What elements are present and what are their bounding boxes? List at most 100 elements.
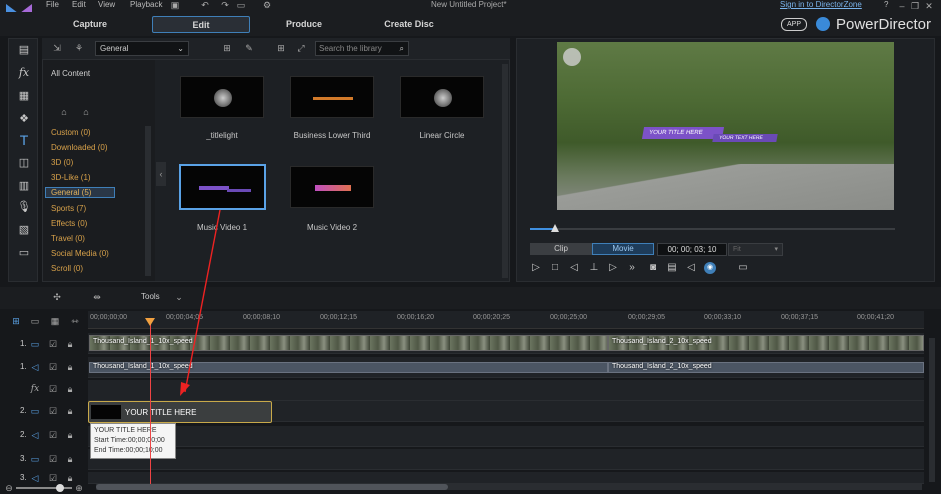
app-badge[interactable]: APP [781, 18, 807, 31]
track-lane-audio-2[interactable] [88, 426, 924, 447]
next-frame-icon[interactable]: ▷ [607, 262, 619, 274]
title-clip[interactable]: YOUR TITLE HERE [88, 401, 272, 423]
tab-capture[interactable]: Capture [60, 16, 120, 33]
split-clip-icon[interactable]: ⇹ [92, 292, 102, 302]
template-thumb-linear-circle[interactable] [400, 76, 484, 118]
video-clip[interactable]: Thousand_Island_2_10x_speed [608, 335, 924, 351]
zoom-slider-handle[interactable] [56, 484, 64, 492]
menu-view[interactable]: View [98, 0, 115, 9]
template-thumb-titlelight[interactable] [180, 76, 264, 118]
category-custom[interactable]: Custom (0) [51, 128, 91, 137]
audio-clip[interactable]: Thousand_Island_2_10x_speed [608, 362, 924, 373]
enable-track-checkbox[interactable]: ☑ [48, 339, 58, 349]
menu-edit[interactable]: Edit [72, 0, 86, 9]
import-icon[interactable]: ⇲ [52, 43, 62, 53]
track-manager-icon[interactable]: ▦ [50, 316, 60, 326]
title-room-icon[interactable]: T [17, 133, 31, 147]
category-travel[interactable]: Travel (0) [51, 234, 85, 243]
timeline-view-icon[interactable]: ⊞ [11, 316, 21, 326]
all-content-label[interactable]: All Content [51, 69, 90, 78]
lock-icon[interactable]: 🔒︎ [65, 384, 75, 394]
category-dropdown[interactable]: General ⌄ [95, 41, 189, 56]
save-icon[interactable]: ▣ [170, 0, 180, 10]
tools-menu[interactable]: Tools [141, 292, 160, 301]
transition-room-icon[interactable]: ◫ [17, 156, 31, 170]
enable-track-checkbox[interactable]: ☑ [48, 473, 58, 483]
category-general[interactable]: General (5) [45, 187, 115, 198]
zoom-dropdown[interactable]: Fit ▾ [728, 243, 783, 256]
plugin-icon[interactable]: ⚘ [74, 43, 84, 53]
category-scrollbar[interactable] [145, 126, 151, 276]
tab-edit[interactable]: Edit [152, 16, 250, 33]
redo-icon[interactable]: ↷ [220, 0, 230, 10]
tag-add-icon[interactable]: ⌂ [59, 107, 69, 117]
chapter-room-icon[interactable]: ▧ [17, 223, 31, 237]
fx-room-icon[interactable]: fx [17, 66, 31, 80]
lock-icon[interactable]: 🔒︎ [65, 430, 75, 440]
template-thumb-music-video-2[interactable] [290, 166, 374, 208]
stop-icon[interactable]: □ [549, 262, 561, 274]
audio-mixing-icon[interactable]: ▥ [17, 179, 31, 193]
zoom-in-icon[interactable]: ⊕ [74, 483, 84, 493]
tab-produce[interactable]: Produce [274, 16, 334, 33]
lock-icon[interactable]: 🔒︎ [65, 362, 75, 372]
menu-file[interactable]: File [46, 0, 59, 9]
play-icon[interactable]: ▷ [530, 262, 542, 274]
preview-subtitle-text[interactable]: YOUR TEXT HERE [712, 134, 778, 142]
zoom-out-icon[interactable]: ⊖ [4, 483, 14, 493]
category-scroll[interactable]: Scroll (0) [51, 264, 83, 273]
lock-icon[interactable]: 🔒︎ [65, 339, 75, 349]
help-button[interactable]: ? [884, 0, 888, 9]
enable-track-checkbox[interactable]: ☑ [48, 454, 58, 464]
subtitle-icon[interactable]: ▤ [666, 262, 678, 274]
audio-clip[interactable]: Thousand_Island_1_10x_speed [89, 362, 608, 373]
fit-timeline-icon[interactable]: ⇿ [70, 316, 80, 326]
timeline-scroll-thumb[interactable] [96, 484, 448, 490]
particle-room-icon[interactable]: ❖ [17, 112, 31, 126]
lock-icon[interactable]: 🔒︎ [65, 454, 75, 464]
settings-icon[interactable]: ⚙ [262, 0, 272, 10]
preview-title-text[interactable]: YOUR TITLE HERE [641, 127, 725, 139]
voice-over-icon[interactable]: 🎙 [17, 200, 31, 214]
storyboard-view-icon[interactable]: ▭ [30, 316, 40, 326]
modify-title-icon[interactable]: ✎ [244, 43, 254, 53]
enable-track-checkbox[interactable]: ☑ [48, 430, 58, 440]
category-3d[interactable]: 3D (0) [51, 158, 73, 167]
lock-icon[interactable]: 🔒︎ [65, 473, 75, 483]
split-icon[interactable]: ⊥ [588, 262, 600, 274]
category-effects[interactable]: Effects (0) [51, 219, 87, 228]
restore-icon[interactable]: ❐ [910, 1, 920, 11]
template-thumb-business-lower-third[interactable] [290, 76, 374, 118]
enable-track-checkbox[interactable]: ☑ [48, 384, 58, 394]
category-downloaded[interactable]: Downloaded (0) [51, 143, 107, 152]
monitor-icon[interactable]: ▭ [236, 0, 246, 10]
minimize-icon[interactable]: – [897, 1, 907, 11]
movie-mode-tab[interactable]: Movie [592, 243, 654, 255]
preview-scrub-bar[interactable] [530, 228, 895, 230]
snapshot-icon[interactable]: ◙ [647, 262, 659, 274]
track-lane-fx[interactable] [88, 380, 924, 401]
menu-playback[interactable]: Playback [130, 0, 162, 9]
add-title-icon[interactable]: ⊞ [222, 43, 232, 53]
category-3d-like[interactable]: 3D-Like (1) [51, 173, 91, 182]
enable-track-checkbox[interactable]: ☑ [48, 362, 58, 372]
lock-icon[interactable]: 🔒︎ [65, 406, 75, 416]
library-scrollbar[interactable] [502, 64, 508, 278]
category-sports[interactable]: Sports (7) [51, 204, 86, 213]
playhead-line[interactable] [150, 320, 151, 486]
track-lane-audio-3[interactable] [88, 472, 924, 484]
pip-room-icon[interactable]: ▦ [17, 89, 31, 103]
tab-create-disc[interactable]: Create Disc [374, 16, 444, 33]
magic-tools-icon[interactable]: ✣ [52, 292, 62, 302]
volume-icon[interactable]: ◁ [685, 262, 697, 274]
grid-view-icon[interactable]: ⊞ [276, 43, 286, 53]
3d-mode-icon[interactable]: ◉ [704, 262, 716, 274]
timecode-display[interactable]: 00; 00; 03; 10 [657, 243, 727, 256]
clip-mode-tab[interactable]: Clip [530, 243, 592, 255]
undock-preview-icon[interactable]: ▭ [737, 262, 749, 274]
search-input[interactable]: Search the library ⌕ [315, 41, 409, 56]
media-room-icon[interactable]: ▤ [17, 43, 31, 57]
close-icon[interactable]: ✕ [924, 1, 934, 11]
undo-icon[interactable]: ↶ [200, 0, 210, 10]
template-thumb-music-video-1[interactable] [179, 164, 266, 210]
